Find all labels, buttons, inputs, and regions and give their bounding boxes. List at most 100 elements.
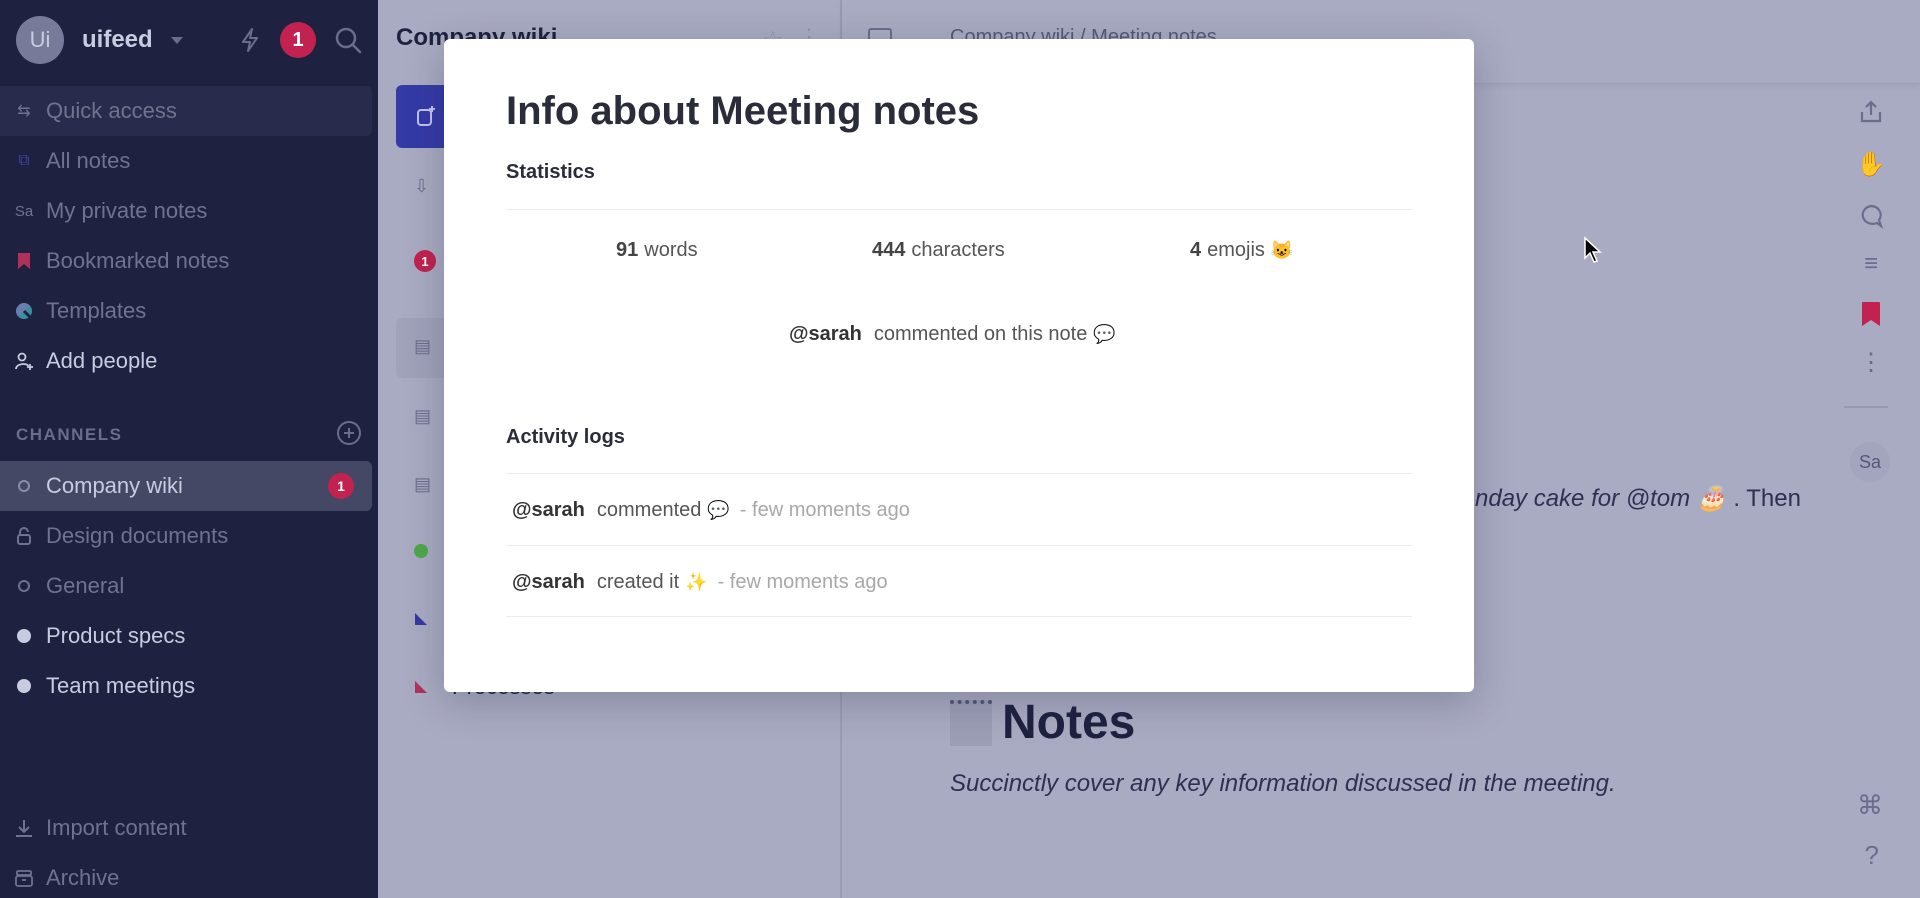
stat-unit: emojis <box>1207 239 1265 261</box>
nav-all-notes[interactable]: ⧉ All notes <box>0 136 372 186</box>
document-icon: ▤ <box>414 406 432 426</box>
help-icon[interactable]: ? <box>1865 840 1879 871</box>
bookmark-icon[interactable] <box>1857 300 1885 328</box>
notes-heading-text: Notes <box>1002 696 1136 749</box>
outline-icon[interactable]: ≡ <box>1857 250 1885 278</box>
nav-add-people[interactable]: Add people <box>0 336 372 386</box>
channel-list: Company wiki 1 Design documents General … <box>0 461 372 711</box>
nav-import-content[interactable]: Import content <box>0 803 372 853</box>
nav-label: My private notes <box>46 198 208 223</box>
nav-label: Quick access <box>46 98 177 123</box>
divider <box>506 209 1412 210</box>
circle-filled-icon <box>14 676 34 696</box>
workspace-header: Ui uifeed 1 <box>16 16 362 64</box>
cake-emoji: 🎂 <box>1696 485 1727 512</box>
divider <box>506 545 1412 546</box>
speech-bubble-icon: 💬 <box>707 500 730 520</box>
note-info-modal: Info about Meeting notes Statistics 91 w… <box>444 39 1474 692</box>
channel-label: Team meetings <box>46 673 196 698</box>
stat-unit: characters <box>911 239 1005 261</box>
log-user[interactable]: @sarah <box>512 571 585 594</box>
channel-general[interactable]: General <box>0 561 372 611</box>
channel-label: Product specs <box>46 623 186 648</box>
channel-product-specs[interactable]: Product specs <box>0 611 372 661</box>
nav-label: Archive <box>46 865 120 890</box>
command-icon[interactable]: ⌘ <box>1857 790 1883 821</box>
document-icon: ▤ <box>414 474 432 494</box>
nav-quick-access[interactable]: ⇆ Quick access <box>0 86 372 136</box>
workspace-name[interactable]: uifeed <box>82 26 153 54</box>
comment-icon[interactable] <box>1857 202 1885 230</box>
document-icon: ▤ <box>414 336 432 356</box>
lightning-icon[interactable] <box>238 27 262 53</box>
nav-label: All notes <box>46 148 131 173</box>
nav-archive[interactable]: Archive <box>0 853 372 898</box>
collaborator-avatar[interactable]: Sa <box>1850 442 1890 482</box>
search-icon[interactable] <box>334 26 362 54</box>
rail-divider <box>1844 406 1888 408</box>
nav-label: Import content <box>46 815 187 840</box>
channel-company-wiki[interactable]: Company wiki 1 <box>0 461 372 511</box>
stat-value: 4 <box>1190 239 1202 261</box>
nav-private-notes[interactable]: Sa My private notes <box>0 186 372 236</box>
row-badge: 1 <box>414 250 436 272</box>
log-action: commented <box>596 499 702 521</box>
templates-icon <box>14 301 34 321</box>
comment-text: commented on this note <box>873 323 1088 345</box>
statistics-heading: Statistics <box>506 161 595 183</box>
nav-label: Add people <box>46 348 158 373</box>
sidebar-footer: Import content Archive <box>0 803 372 898</box>
stat-value: 444 <box>872 239 906 261</box>
add-channel-icon[interactable] <box>336 420 362 451</box>
channels-header: CHANNELS <box>16 420 362 450</box>
green-dot-icon <box>414 542 428 563</box>
comment-user[interactable]: @sarah <box>789 323 862 346</box>
notes-stack-icon: ⧉ <box>18 152 30 169</box>
activity-logs-heading: Activity logs <box>506 426 625 448</box>
download-icon <box>14 818 34 838</box>
nav-label: Templates <box>46 298 147 323</box>
nav-templates[interactable]: Templates <box>0 286 372 336</box>
nav-bookmarked-notes[interactable]: Bookmarked notes <box>0 236 372 286</box>
notification-badge[interactable]: 1 <box>280 22 316 58</box>
channels-label: CHANNELS <box>16 425 123 444</box>
circle-outline-icon <box>14 476 34 496</box>
modal-title: Info about Meeting notes <box>506 89 980 133</box>
workspace-avatar[interactable]: Ui <box>16 16 64 64</box>
channel-label: Design documents <box>46 523 229 548</box>
mouse-cursor-icon <box>1583 236 1603 269</box>
log-time: - few moments ago <box>717 571 888 593</box>
add-person-icon <box>14 351 34 371</box>
sidebar: Ui uifeed 1 ⇆ Quick access ⧉ All notes S… <box>0 0 378 898</box>
cat-emoji-icon: 😺 <box>1270 240 1294 260</box>
lock-icon <box>14 526 34 546</box>
log-user[interactable]: @sarah <box>512 499 585 522</box>
divider <box>506 473 1412 474</box>
note-body-fragment: nday cake for @tom 🎂 . Then <box>1475 484 1801 513</box>
divider <box>506 616 1412 617</box>
notes-subtitle: Succinctly cover any key information dis… <box>950 770 1616 797</box>
user-initials-icon: Sa <box>14 202 34 220</box>
activity-log-item: @sarah commented 💬 - few moments ago <box>512 499 910 522</box>
body-text-tail: . Then <box>1733 485 1801 512</box>
share-icon[interactable] <box>1857 98 1885 126</box>
body-text: nday cake for @tom <box>1475 485 1691 512</box>
circle-outline-icon <box>14 576 34 596</box>
channel-team-meetings[interactable]: Team meetings <box>0 661 372 711</box>
stat-emojis: 4 emojis 😺 <box>1190 239 1293 262</box>
main-nav: ⇆ Quick access ⧉ All notes Sa My private… <box>0 86 372 386</box>
activity-log-item: @sarah created it ✨ - few moments ago <box>512 571 888 594</box>
stat-unit: words <box>644 239 698 261</box>
stat-value: 91 <box>616 239 639 261</box>
notepad-emoji-icon <box>950 699 992 746</box>
archive-icon <box>14 868 34 888</box>
arrows-swap-icon: ⇆ <box>17 103 31 120</box>
stat-words: 91 words <box>616 239 698 262</box>
channel-design-documents[interactable]: Design documents <box>0 511 372 561</box>
wave-hand-icon[interactable]: ✋ <box>1856 150 1886 178</box>
circle-filled-icon <box>14 626 34 646</box>
speech-bubble-icon: 💬 <box>1093 324 1116 344</box>
more-vertical-icon[interactable]: ⋮ <box>1857 348 1885 376</box>
log-action: created it <box>596 571 680 593</box>
chevron-down-icon[interactable] <box>170 36 183 44</box>
